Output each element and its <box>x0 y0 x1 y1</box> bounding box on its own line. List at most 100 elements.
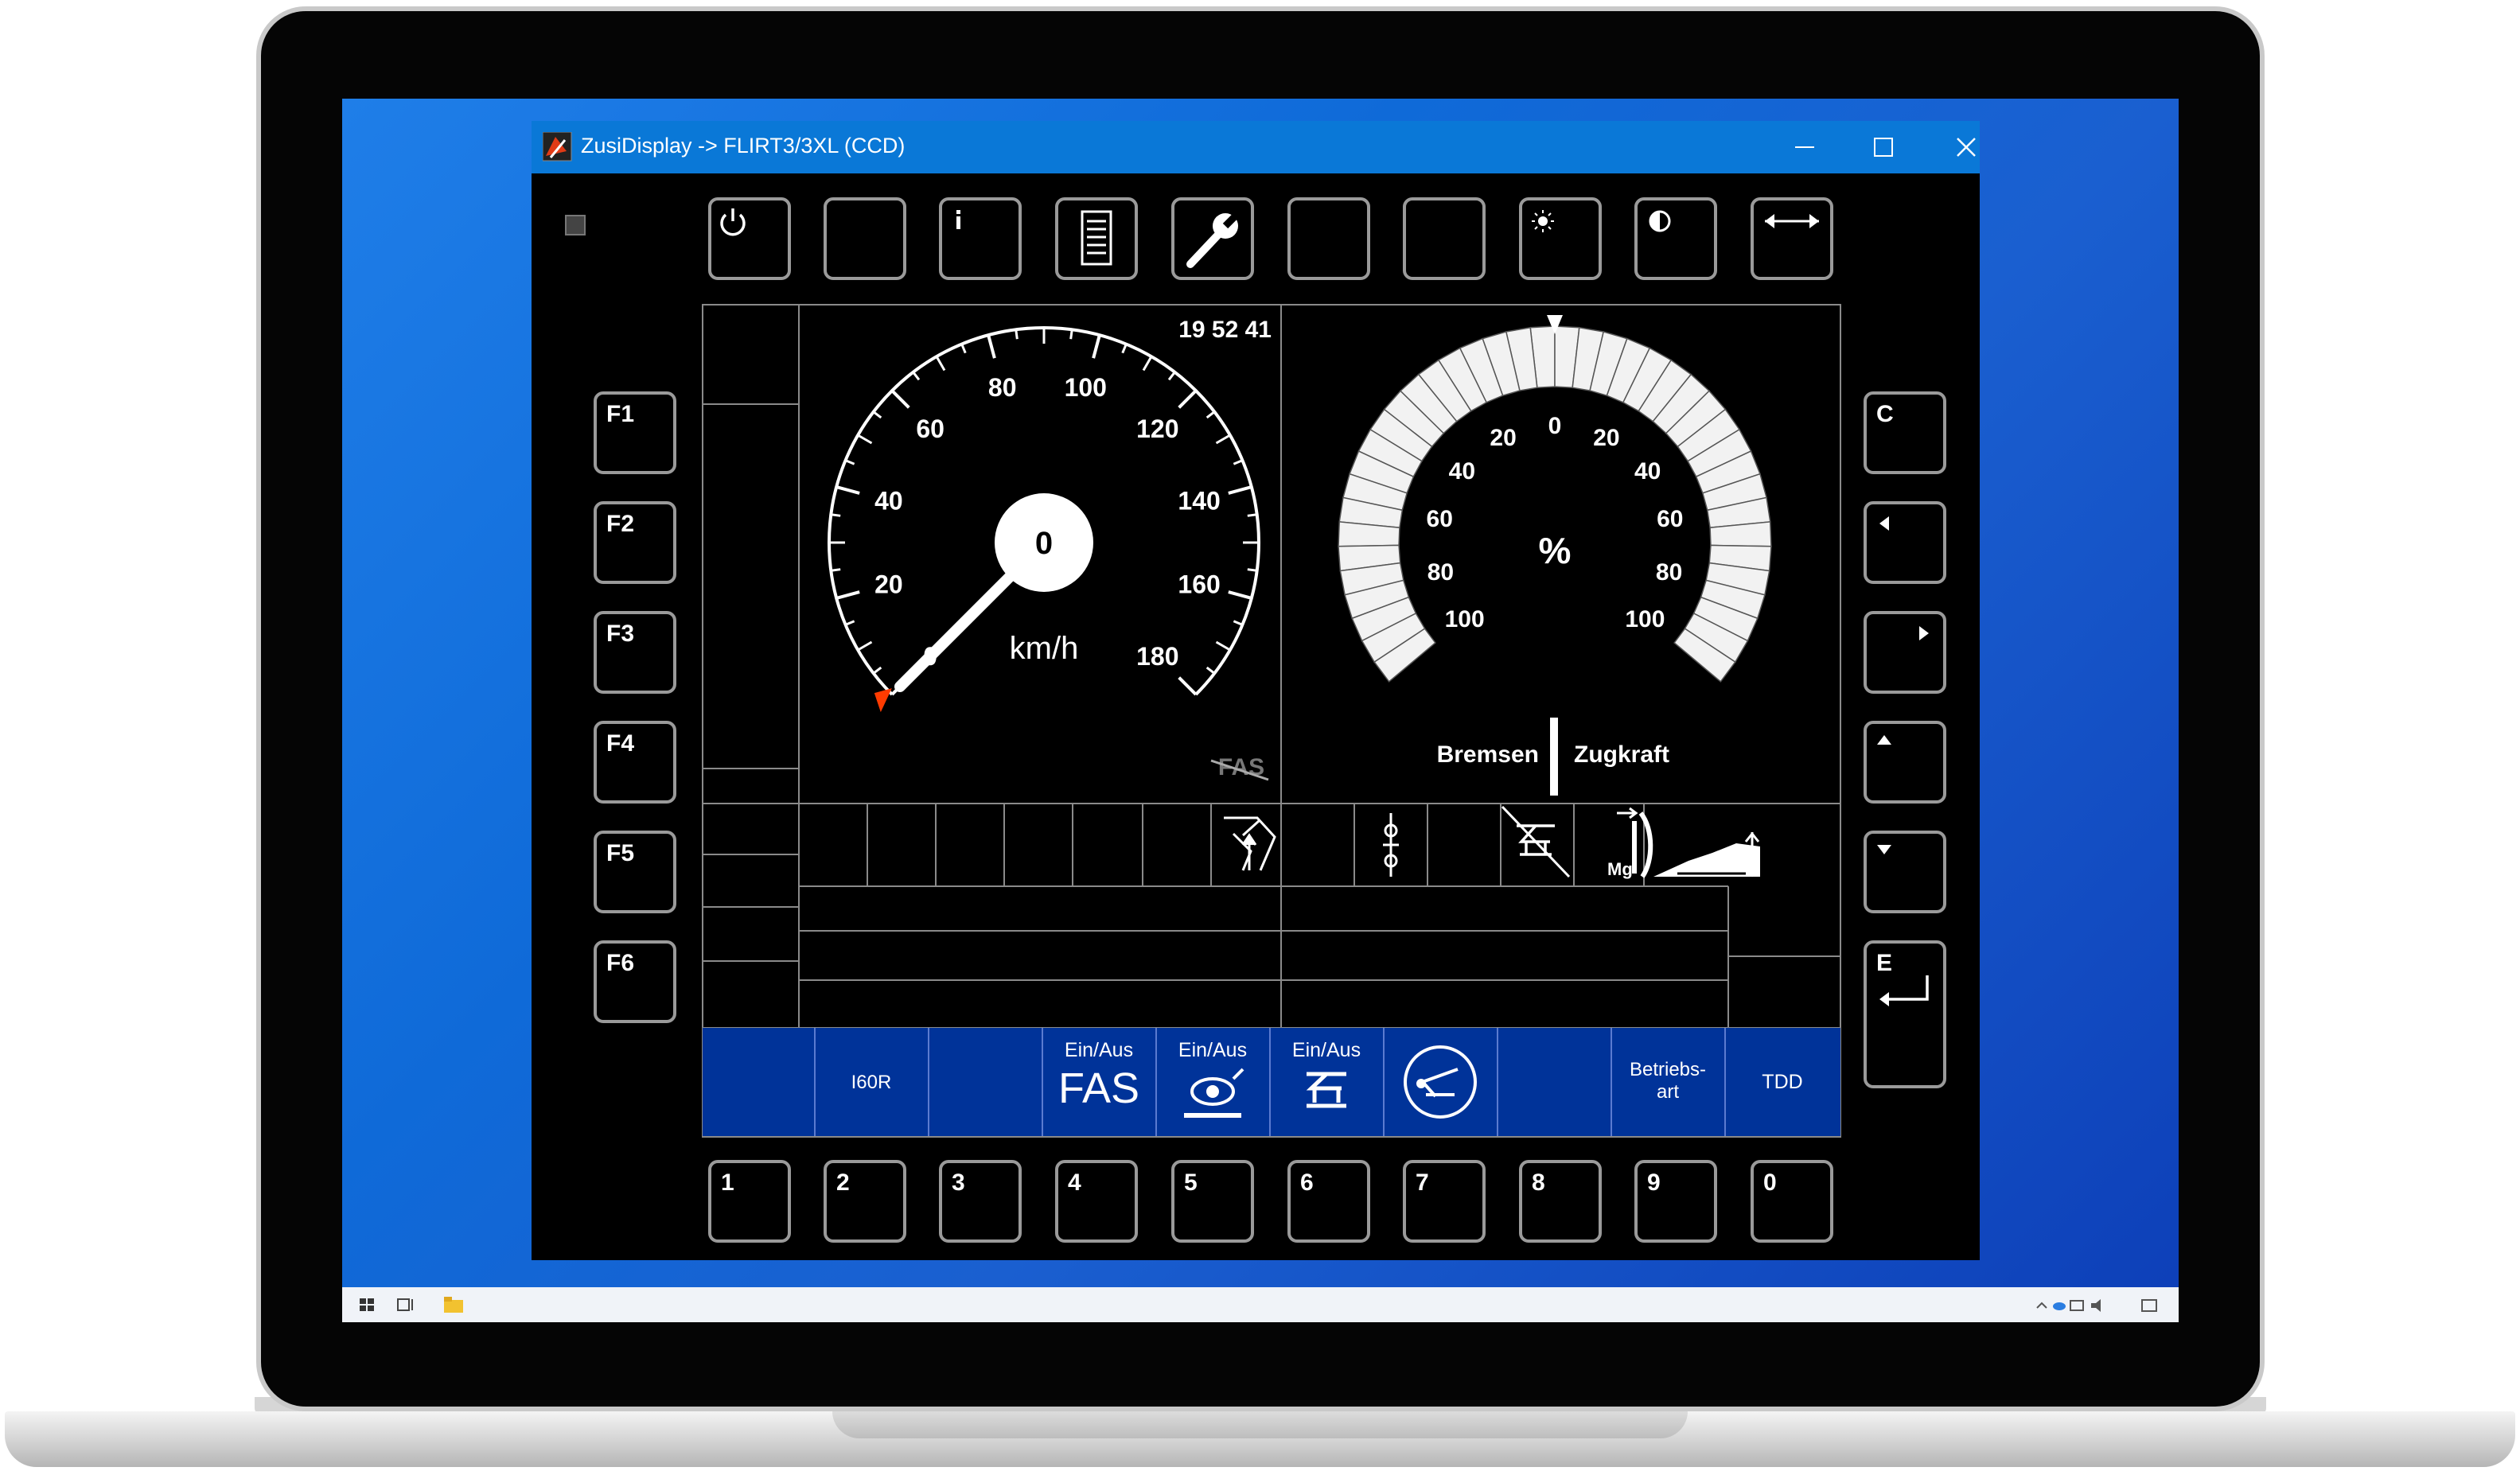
info-button[interactable] <box>939 197 1022 280</box>
speed-tick <box>1015 329 1019 340</box>
fas-indicator: FAS <box>1210 754 1269 781</box>
speed-tick <box>831 513 841 517</box>
power-button[interactable] <box>708 197 791 280</box>
traction-scale-label: 40 <box>1634 458 1661 484</box>
top-button-6[interactable] <box>1287 197 1370 280</box>
f1-key[interactable]: F1 <box>594 391 676 474</box>
speed-tick <box>1247 568 1257 572</box>
enter-arrow-icon <box>1879 975 1929 1006</box>
arrow-up-icon <box>1877 735 1891 745</box>
f5-key[interactable]: F5 <box>594 831 676 913</box>
softkey-tdd-label: TDD <box>1762 1071 1802 1093</box>
speed-scale-label: 40 <box>874 487 903 516</box>
softkey-betriebsart[interactable]: Betriebs- art <box>1611 1028 1725 1136</box>
file-explorer-icon[interactable] <box>444 1297 463 1313</box>
key-8[interactable]: 8 <box>1519 1160 1602 1243</box>
key-9-label: 9 <box>1647 1169 1661 1196</box>
wrench-icon <box>1186 207 1244 268</box>
speed-scale-label: 60 <box>916 414 945 443</box>
softkey-tdd[interactable]: TDD <box>1725 1028 1840 1136</box>
power-icon <box>720 208 746 236</box>
contrast-icon <box>1649 210 1671 232</box>
speed-scale-label: 80 <box>988 373 1017 402</box>
softkey-1[interactable] <box>702 1028 815 1136</box>
softkey-betriebsart-line2: art <box>1657 1081 1679 1103</box>
taskbar <box>342 1287 2179 1322</box>
enter-key[interactable]: E <box>1864 940 1946 1088</box>
key-5[interactable]: 5 <box>1171 1160 1254 1243</box>
traction-scale-label: 60 <box>1657 506 1683 532</box>
clock: 19 52 41 <box>1178 317 1272 343</box>
softkey-pantograph-top: Ein/Aus <box>1292 1039 1361 1061</box>
speed-scale-label: 180 <box>1136 642 1178 671</box>
softkey-fas[interactable]: Ein/Aus FAS <box>1042 1028 1156 1136</box>
force-zero-label: 0 <box>1548 413 1562 439</box>
softkey-sanding-top: Ein/Aus <box>1178 1039 1247 1061</box>
key-4[interactable]: 4 <box>1055 1160 1138 1243</box>
key-9[interactable]: 9 <box>1634 1160 1717 1243</box>
speed-scale-label: 20 <box>874 570 903 598</box>
softkey-pantograph[interactable]: Ein/Aus <box>1270 1028 1384 1136</box>
f6-label: F6 <box>606 950 635 976</box>
start-button[interactable] <box>360 1298 374 1311</box>
tray-icons[interactable] <box>2036 1299 2157 1312</box>
key-2[interactable]: 2 <box>824 1160 906 1243</box>
brightness-button[interactable] <box>1519 197 1602 280</box>
f3-key[interactable]: F3 <box>594 611 676 694</box>
speed-scale-label: 120 <box>1136 414 1178 443</box>
brake-scale-label: 100 <box>1445 606 1485 632</box>
key-3[interactable]: 3 <box>939 1160 1022 1243</box>
softkey-8[interactable] <box>1498 1028 1611 1136</box>
contrast-button[interactable] <box>1634 197 1717 280</box>
key-1-label: 1 <box>721 1169 734 1196</box>
left-arrow-key[interactable] <box>1864 501 1946 584</box>
clear-key[interactable]: C <box>1864 391 1946 474</box>
maximize-icon[interactable] <box>1874 138 1893 157</box>
key-3-label: 3 <box>952 1169 965 1196</box>
window-title: ZusiDisplay -> FLIRT3/3XL (CCD) <box>581 134 906 158</box>
speed-scale-label: 160 <box>1178 570 1220 598</box>
mg-label: Mg <box>1607 859 1633 879</box>
clear-key-label: C <box>1876 401 1894 427</box>
f3-label: F3 <box>606 621 635 647</box>
softkey-fas-main: FAS <box>1058 1064 1139 1112</box>
f5-label: F5 <box>606 840 635 866</box>
f2-key[interactable]: F2 <box>594 501 676 584</box>
list-button[interactable] <box>1055 197 1138 280</box>
softkey-3[interactable] <box>929 1028 1042 1136</box>
down-arrow-key[interactable] <box>1864 831 1946 913</box>
speed-tick <box>831 568 841 572</box>
brake-scale-label: 40 <box>1449 458 1475 484</box>
softkey-sanding[interactable]: Ein/Aus <box>1156 1028 1270 1136</box>
list-icon <box>1081 210 1112 266</box>
window-titlebar[interactable]: ZusiDisplay -> FLIRT3/3XL (CCD) <box>532 121 1980 173</box>
swap-button[interactable] <box>1751 197 1833 280</box>
close-icon[interactable] <box>1957 138 1976 157</box>
key-5-label: 5 <box>1184 1169 1198 1196</box>
traction-scale-label: 80 <box>1656 559 1682 586</box>
softkey-brake-test[interactable] <box>1384 1028 1498 1136</box>
softkey-i60r[interactable]: I60R <box>815 1028 929 1136</box>
key-6-label: 6 <box>1300 1169 1314 1196</box>
task-view-icon[interactable] <box>397 1298 413 1311</box>
softkey-fas-top: Ein/Aus <box>1065 1039 1133 1061</box>
speed-unit: km/h <box>1010 631 1079 666</box>
key-4-label: 4 <box>1068 1169 1081 1196</box>
settings-button[interactable] <box>1171 197 1254 280</box>
key-6[interactable]: 6 <box>1287 1160 1370 1243</box>
key-8-label: 8 <box>1532 1169 1545 1196</box>
f6-key[interactable]: F6 <box>594 940 676 1023</box>
force-indicator-bar <box>1550 718 1558 796</box>
f4-key[interactable]: F4 <box>594 721 676 804</box>
key-0[interactable]: 0 <box>1751 1160 1833 1243</box>
key-7[interactable]: 7 <box>1403 1160 1486 1243</box>
arrow-left-icon <box>1879 516 1889 531</box>
top-button-2[interactable] <box>824 197 906 280</box>
speed-tick <box>1069 329 1073 340</box>
speed-scale-label: 100 <box>1065 373 1107 402</box>
key-1[interactable]: 1 <box>708 1160 791 1243</box>
top-button-7[interactable] <box>1403 197 1486 280</box>
force-unit: % <box>1539 530 1572 571</box>
right-arrow-key[interactable] <box>1864 611 1946 694</box>
up-arrow-key[interactable] <box>1864 721 1946 804</box>
